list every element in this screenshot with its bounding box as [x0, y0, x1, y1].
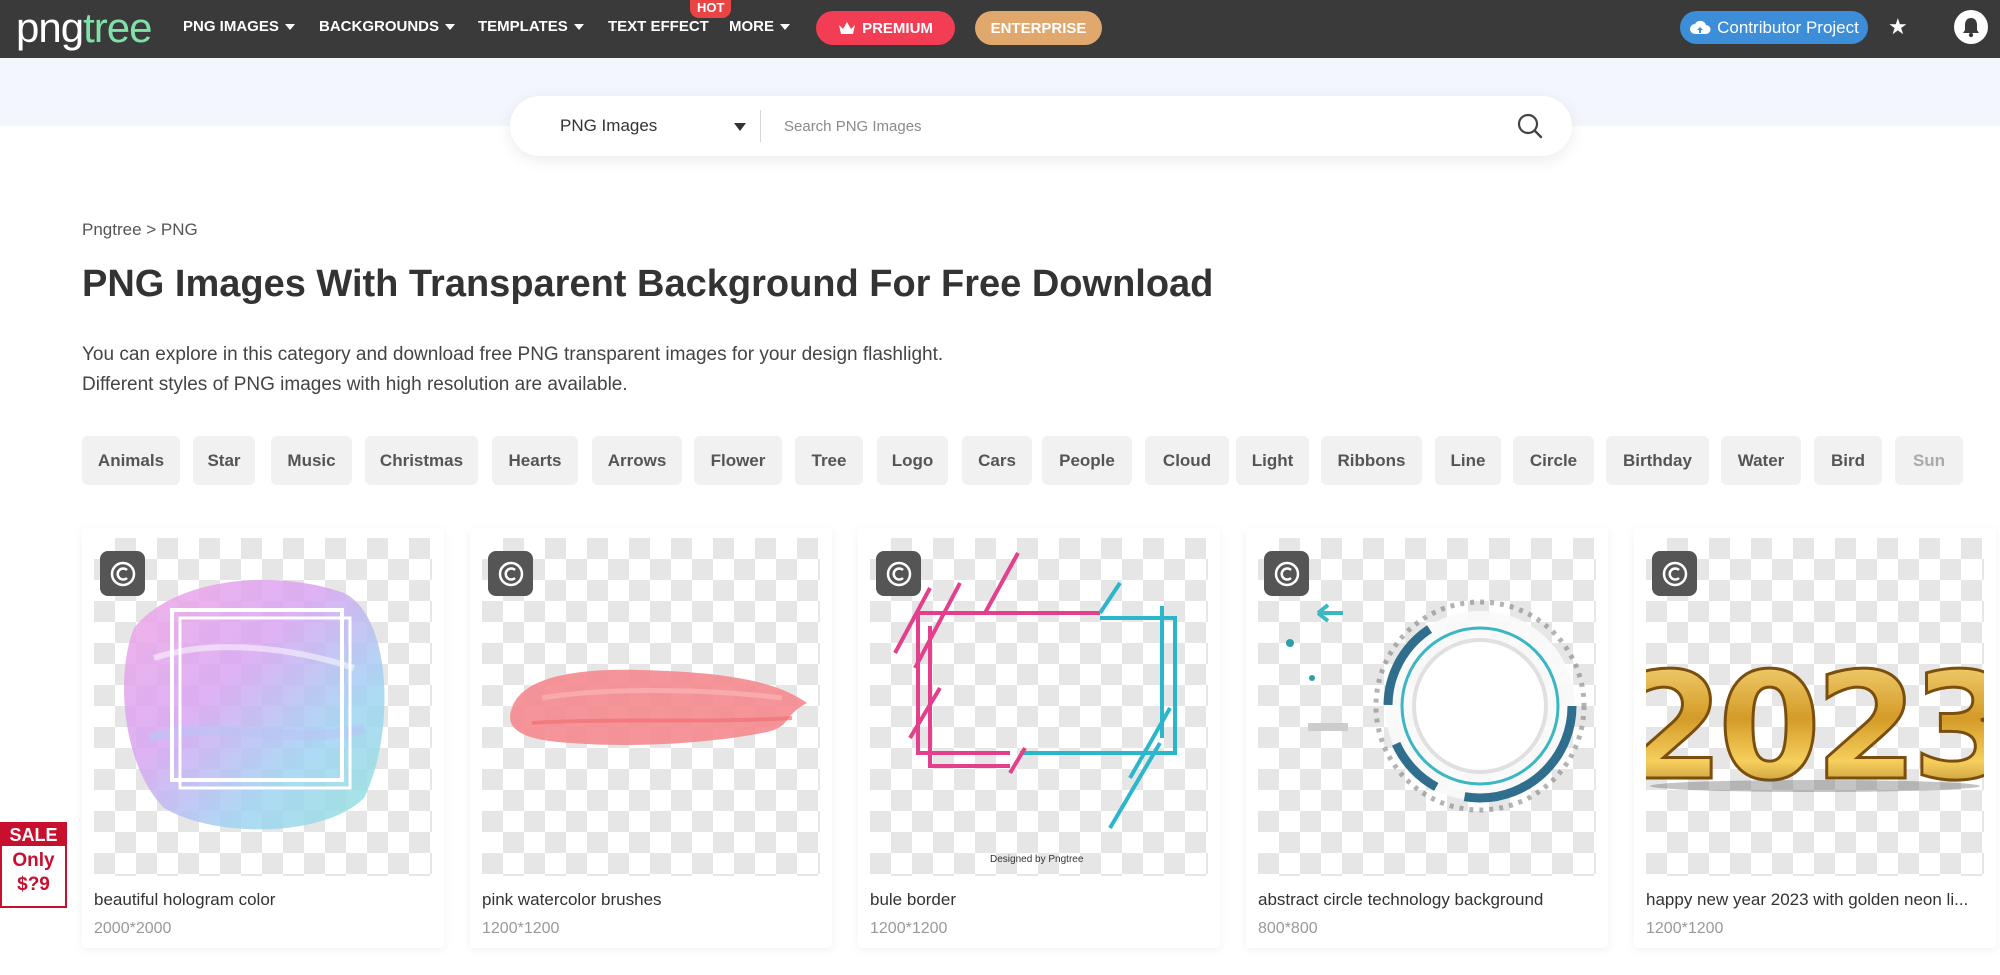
tag-line[interactable]: Line	[1435, 436, 1501, 485]
copyright-icon	[1652, 551, 1697, 596]
copyright-icon	[488, 551, 533, 596]
card-dimensions: 800*800	[1258, 920, 1318, 937]
image-thumbnail[interactable]	[94, 538, 432, 876]
page-description: You can explore in this category and dow…	[82, 344, 944, 395]
card-title[interactable]: abstract circle technology background	[1258, 890, 1603, 910]
card-dimensions: 2000*2000	[94, 920, 172, 937]
upload-cloud-icon	[1690, 20, 1711, 34]
tag-people[interactable]: People	[1042, 436, 1132, 485]
image-thumbnail[interactable]	[1258, 538, 1596, 876]
tag-sun[interactable]: Sun	[1895, 436, 1963, 485]
tag-flower[interactable]: Flower	[694, 436, 782, 485]
card-title[interactable]: beautiful hologram color	[94, 890, 439, 910]
premium-button[interactable]: PREMIUM	[816, 11, 955, 45]
bell-icon	[1963, 18, 1979, 38]
nav-text-effect[interactable]: TEXT EFFECT	[608, 18, 709, 35]
chevron-down-icon	[284, 24, 295, 31]
card-title[interactable]: bule border	[870, 890, 1215, 910]
search-bar: PNG Images	[510, 96, 1572, 156]
tag-ribbons[interactable]: Ribbons	[1321, 436, 1422, 485]
tag-cloud[interactable]: Cloud	[1145, 436, 1229, 485]
card-title[interactable]: happy new year 2023 with golden neon li.…	[1646, 890, 1991, 910]
copyright-icon	[876, 551, 921, 596]
nav-png-images[interactable]: PNG IMAGES	[183, 18, 295, 35]
search-divider	[760, 110, 761, 142]
search-input[interactable]	[784, 110, 1504, 142]
nav-backgrounds[interactable]: BACKGROUNDS	[319, 18, 455, 35]
card-dimensions: 1200*1200	[482, 920, 560, 937]
card-dimensions: 1200*1200	[870, 920, 948, 937]
star-icon[interactable]: ★	[1888, 14, 1908, 40]
image-card[interactable]: 2023 happy new year 2023 with golden neo…	[1634, 528, 1996, 948]
image-card[interactable]: beautiful hologram color 2000*2000	[82, 528, 444, 948]
breadcrumb[interactable]: Pngtree > PNG	[82, 220, 198, 240]
nav-templates[interactable]: TEMPLATES	[478, 18, 584, 35]
category-tags: Animals Star Music Christmas Hearts Arro…	[82, 436, 2000, 486]
page-title: PNG Images With Transparent Background F…	[82, 263, 1214, 305]
nav-more[interactable]: MORE	[729, 18, 790, 35]
tag-logo[interactable]: Logo	[877, 436, 948, 485]
sale-badge[interactable]: SALE Only $?9	[0, 822, 67, 908]
enterprise-button[interactable]: ENTERPRISE	[975, 11, 1102, 45]
chevron-down-icon[interactable]	[734, 123, 746, 131]
contributor-project-button[interactable]: Contributor Project	[1680, 11, 1868, 44]
chevron-down-icon	[780, 24, 790, 31]
tag-animals[interactable]: Animals	[82, 436, 180, 485]
top-nav: pngtree PNG IMAGES BACKGROUNDS TEMPLATES…	[0, 0, 2000, 58]
crown-icon	[839, 21, 856, 34]
designer-credit: Designed by Pngtree	[990, 854, 1084, 865]
tag-birthday[interactable]: Birthday	[1606, 436, 1709, 485]
chevron-down-icon	[573, 24, 584, 31]
image-card[interactable]: pink watercolor brushes 1200*1200	[470, 528, 832, 948]
copyright-icon	[1264, 551, 1309, 596]
search-icon[interactable]	[1516, 112, 1544, 140]
tag-arrows[interactable]: Arrows	[592, 436, 682, 485]
tag-star[interactable]: Star	[193, 436, 255, 485]
image-thumbnail[interactable]: Designed by Pngtree	[870, 538, 1208, 876]
tag-tree[interactable]: Tree	[795, 436, 863, 485]
tag-christmas[interactable]: Christmas	[365, 436, 478, 485]
tag-water[interactable]: Water	[1721, 436, 1801, 485]
chevron-down-icon	[445, 24, 455, 31]
image-thumbnail[interactable]: 2023	[1646, 538, 1984, 876]
card-dimensions: 1200*1200	[1646, 920, 1724, 937]
pngtree-logo[interactable]: pngtree	[16, 4, 152, 52]
tag-cars[interactable]: Cars	[962, 436, 1032, 485]
image-thumbnail[interactable]	[482, 538, 820, 876]
image-card[interactable]: abstract circle technology background 80…	[1246, 528, 1608, 948]
image-card[interactable]: Designed by Pngtree bule border 1200*120…	[858, 528, 1220, 948]
copyright-icon	[100, 551, 145, 596]
tag-light[interactable]: Light	[1236, 436, 1309, 485]
notification-button[interactable]	[1954, 10, 1988, 44]
tag-bird[interactable]: Bird	[1814, 436, 1882, 485]
search-type-select[interactable]: PNG Images	[560, 116, 657, 136]
tag-circle[interactable]: Circle	[1513, 436, 1594, 485]
card-title[interactable]: pink watercolor brushes	[482, 890, 827, 910]
tag-music[interactable]: Music	[271, 436, 352, 485]
hot-badge: HOT	[690, 0, 732, 18]
tag-hearts[interactable]: Hearts	[492, 436, 578, 485]
